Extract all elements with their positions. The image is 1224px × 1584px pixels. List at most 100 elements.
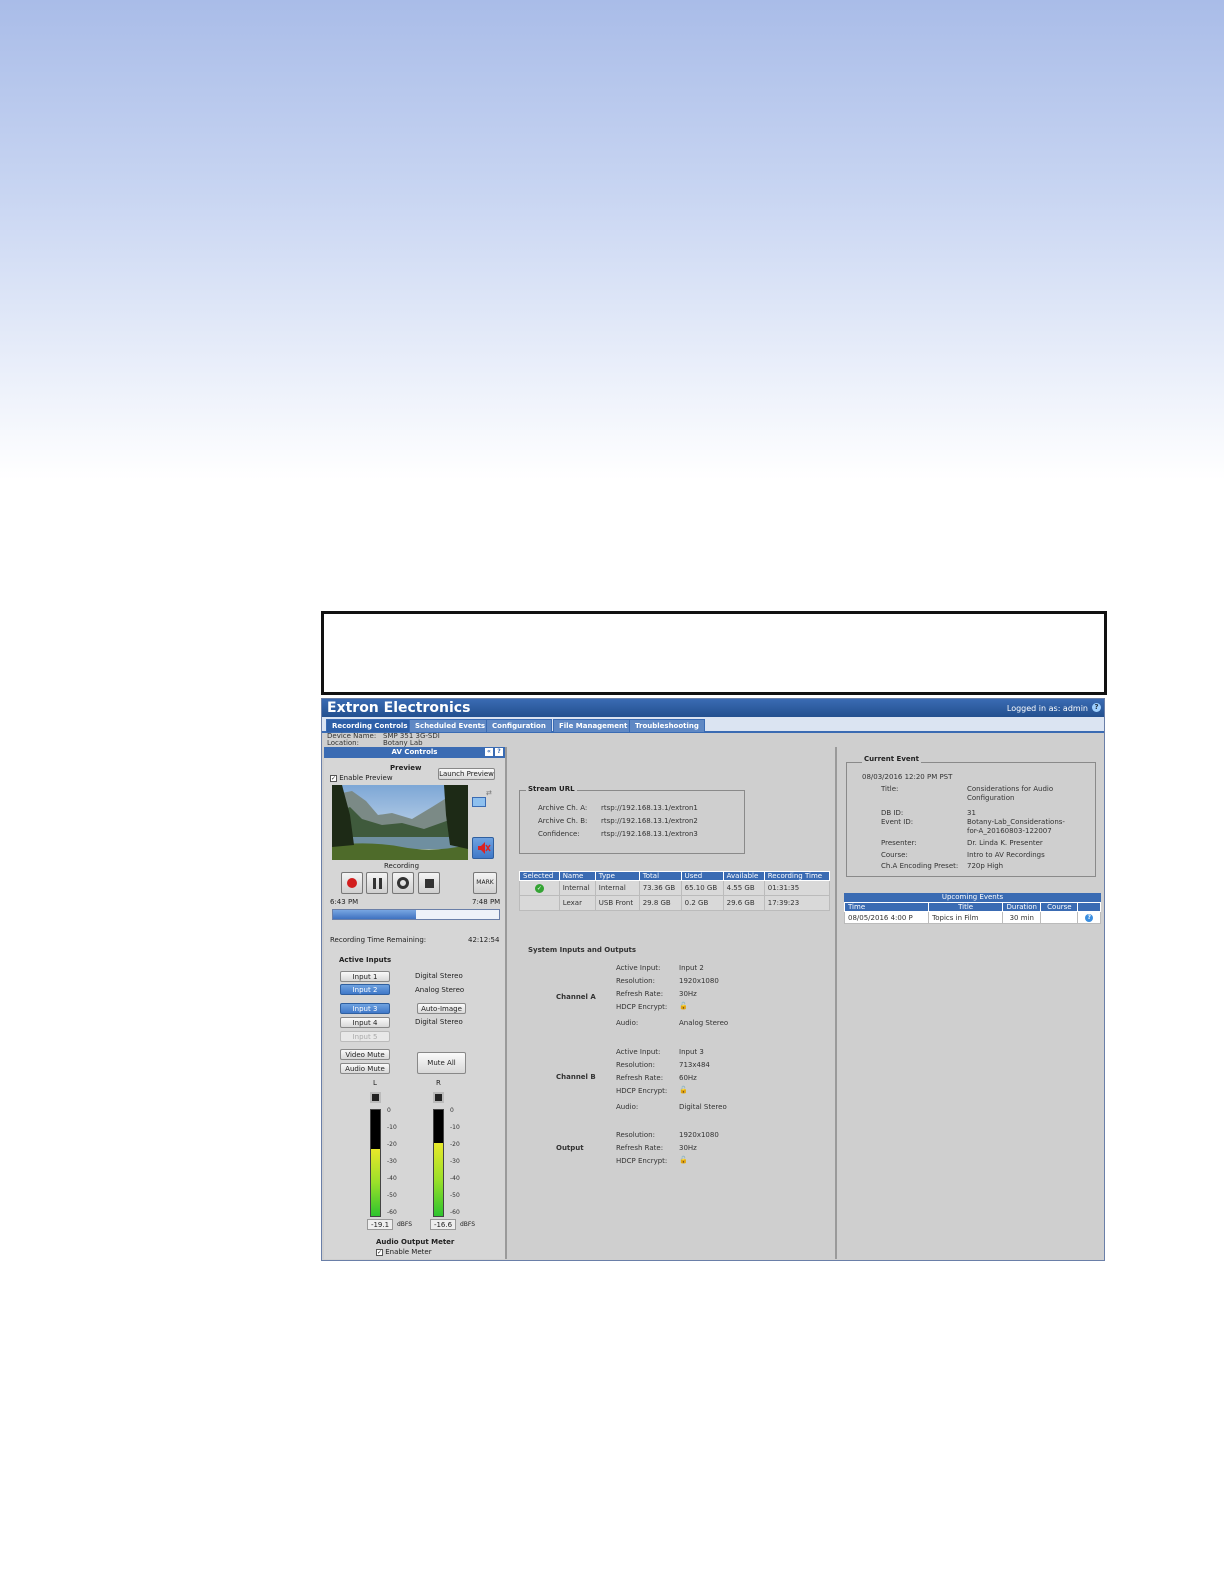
right-meter-scale: 0 -10 -20 -30 -40 -50 -60: [450, 1107, 460, 1226]
current-event-title: Current Event: [862, 755, 921, 763]
event-datetime: 08/03/2016 12:20 PM PST: [862, 773, 953, 781]
scale-tick: -20: [387, 1141, 397, 1148]
enable-meter-checkbox[interactable]: ✓: [376, 1248, 383, 1256]
selected-cell[interactable]: ✓: [519, 880, 560, 896]
meter-left-label: L: [373, 1079, 377, 1087]
input-5-button[interactable]: Input 5: [340, 1031, 390, 1042]
check-circle-icon: ✓: [534, 883, 544, 893]
storage-total: 73.36 GB: [638, 880, 682, 896]
scale-tick: -30: [387, 1158, 397, 1165]
help-icon[interactable]: ?: [495, 748, 503, 756]
right-clip-indicator: [433, 1092, 444, 1103]
event-presenter-label: Presenter:: [881, 839, 917, 847]
storage-recording-time: 01:31:35: [763, 880, 831, 896]
location-label: Location:: [327, 739, 359, 747]
event-id-label: Event ID:: [881, 818, 914, 826]
input-3-button[interactable]: Input 3: [340, 1003, 390, 1014]
left-audio-meter: [370, 1109, 381, 1217]
tab-recording-controls[interactable]: Recording Controls: [326, 719, 414, 732]
login-status: Logged in as: admin: [1006, 704, 1088, 713]
right-dbfs-unit: dBFS: [460, 1221, 476, 1228]
status-panel: Stream URL Archive Ch. A: rtsp://192.168…: [509, 747, 837, 1259]
input-4-button[interactable]: Input 4: [340, 1017, 390, 1028]
enable-meter-label: Enable Meter: [385, 1248, 432, 1256]
storage-table: Selected Name Type Total Used Available …: [519, 871, 831, 911]
out-resolution-label: Resolution:: [616, 1131, 655, 1139]
preview-image: [332, 785, 468, 860]
time-remaining-label: Recording Time Remaining:: [330, 936, 427, 944]
selected-cell[interactable]: [519, 895, 560, 911]
av-controls-panel: AV Controls « ? Preview ✓ Enable Preview…: [324, 747, 507, 1259]
col-name: Name: [558, 871, 596, 881]
table-row[interactable]: ✓ Internal Internal 73.36 GB 65.10 GB 4.…: [519, 880, 831, 896]
scale-tick: 0: [450, 1107, 454, 1114]
av-controls-title-text: AV Controls: [391, 748, 438, 756]
display-icon[interactable]: [472, 797, 486, 807]
enable-meter[interactable]: ✓ Enable Meter: [376, 1248, 432, 1256]
upcoming-course: [1040, 911, 1079, 924]
storage-recording-time: 17:39:23: [763, 895, 831, 911]
info-icon[interactable]: ?: [1077, 911, 1101, 924]
event-panel: Current Event 08/03/2016 12:20 PM PST Ti…: [839, 747, 1103, 1259]
mark-button[interactable]: MARK: [473, 872, 497, 894]
col-recording-time: Recording Time: [763, 871, 831, 881]
event-title-label: Title:: [881, 785, 899, 793]
table-row[interactable]: Lexar USB Front 29.8 GB 0.2 GB 29.6 GB 1…: [519, 895, 831, 911]
auto-image-button[interactable]: Auto-Image: [417, 1003, 466, 1014]
left-clip-indicator: [370, 1092, 381, 1103]
storage-used: 0.2 GB: [680, 895, 724, 911]
help-icon[interactable]: ?: [1092, 703, 1101, 712]
left-dbfs-unit: dBFS: [397, 1221, 413, 1228]
record-button[interactable]: [341, 872, 363, 894]
enable-preview-checkbox[interactable]: ✓: [330, 774, 337, 782]
input-2-button[interactable]: Input 2: [340, 984, 390, 995]
storage-available: 4.55 GB: [722, 880, 765, 896]
cha-active-input-value: Input 2: [679, 964, 704, 972]
mute-all-button[interactable]: Mute All: [417, 1052, 466, 1074]
recording-label: Recording: [384, 862, 420, 870]
tab-file-management[interactable]: File Management: [553, 719, 634, 732]
right-audio-meter: [433, 1109, 444, 1217]
col-time: Time: [843, 902, 930, 912]
collapse-icon[interactable]: «: [485, 748, 493, 756]
archive-a-label: Archive Ch. A:: [538, 804, 588, 812]
chb-audio-label: Audio:: [616, 1103, 639, 1111]
tab-configuration[interactable]: Configuration: [486, 719, 552, 732]
storage-used: 65.10 GB: [680, 880, 724, 896]
cha-hdcp-label: HDCP Encrypt:: [616, 1003, 668, 1011]
left-meter-scale: 0 -10 -20 -30 -40 -50 -60: [387, 1107, 397, 1226]
col-title: Title: [928, 902, 1004, 912]
tab-scheduled-events[interactable]: Scheduled Events: [409, 719, 492, 732]
storage-name: Internal: [558, 880, 596, 896]
input-1-audio: Digital Stereo: [415, 972, 463, 980]
pause-button[interactable]: [366, 872, 388, 894]
output-label: Output: [556, 1144, 584, 1152]
out-resolution-value: 1920x1080: [679, 1131, 719, 1139]
event-preset-label: Ch.A Encoding Preset:: [881, 862, 959, 870]
table-row[interactable]: 08/05/2016 4:00 P Topics in Film 30 min …: [843, 911, 1101, 924]
speaker-mute-icon[interactable]: [472, 837, 494, 859]
extend-button[interactable]: [392, 872, 414, 894]
input-1-button[interactable]: Input 1: [340, 971, 390, 982]
audio-mute-button[interactable]: Audio Mute: [340, 1063, 390, 1074]
stop-button[interactable]: [418, 872, 440, 894]
upcoming-header-row: Time Title Duration Course: [843, 902, 1101, 912]
col-type: Type: [594, 871, 640, 881]
video-mute-button[interactable]: Video Mute: [340, 1049, 390, 1060]
launch-preview-button[interactable]: Launch Preview: [438, 768, 495, 780]
recording-progress-bar: [332, 909, 500, 920]
preview-side-icons[interactable]: ⇄: [472, 789, 498, 809]
chb-refresh-value: 60Hz: [679, 1074, 697, 1082]
tab-troubleshooting[interactable]: Troubleshooting: [629, 719, 705, 732]
preview-landscape: [332, 785, 468, 860]
swap-icon[interactable]: ⇄: [486, 789, 492, 797]
enable-preview[interactable]: ✓ Enable Preview: [330, 774, 393, 782]
right-meter-level: [434, 1142, 443, 1216]
col-used: Used: [680, 871, 724, 881]
scale-tick: 0: [387, 1107, 391, 1114]
out-refresh-label: Refresh Rate:: [616, 1144, 664, 1152]
unlock-icon: 🔓: [679, 1156, 688, 1164]
preview-label: Preview: [390, 764, 422, 772]
col-total: Total: [638, 871, 682, 881]
recording-progress-fill: [333, 910, 416, 919]
